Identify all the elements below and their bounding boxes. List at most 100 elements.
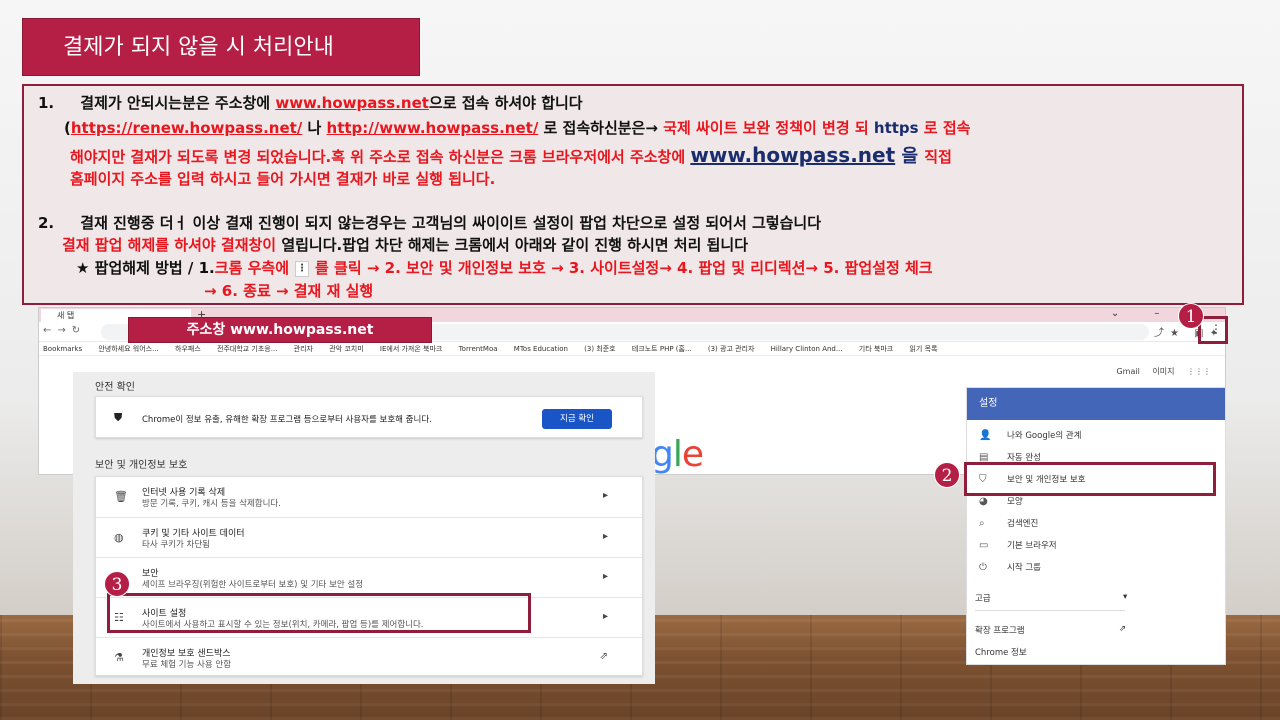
connect-text: 로 접속 — [918, 119, 971, 137]
howpass-link-big[interactable]: www.howpass.net — [690, 143, 895, 167]
howpass-link[interactable]: www.howpass.net — [275, 94, 429, 112]
nav-arrows-icon[interactable]: ←→↻ — [43, 325, 86, 336]
settings-item-label: 시작 그룹 — [1007, 563, 1041, 573]
renew-link[interactable]: https://renew.howpass.net/ — [71, 119, 302, 137]
browser-icon: ▭ — [979, 540, 989, 551]
settings-advanced[interactable]: 고급 ▾ — [975, 592, 1127, 604]
notice-box: 1. 결제가 안되시는분은 주소창에 www.howpass.net으로 접속 … — [22, 84, 1244, 305]
item1-text: 결제가 안되시는분은 주소창에 — [80, 94, 276, 112]
settings-item-default-browser[interactable]: ▭ 기본 브라우저 — [967, 536, 1225, 556]
privacy-settings-panel: 안전 확인 ⛊ Chrome이 정보 유출, 유해한 확장 프로그램 등으로부터… — [73, 372, 655, 684]
or-text: 나 — [302, 119, 327, 137]
step-badge-1: 1 — [1178, 303, 1204, 329]
chevron-right-icon: ▸ — [602, 571, 608, 582]
extensions-label: 확장 프로그램 — [975, 626, 1025, 636]
settings-header: 설정 — [967, 388, 1225, 420]
shield-icon: ⛊ — [114, 411, 123, 424]
bookmarks-bar: Bookmarks 안녕하세요 워어스... 하우패스 전주대학교 기초응...… — [39, 342, 1225, 356]
settings-item-label: 모양 — [1007, 497, 1023, 507]
row-desc: 방문 기록, 쿠키, 캐시 등을 삭제합니다. — [142, 499, 281, 509]
row-security[interactable]: ⛉ 보안 세이프 브라우징(위험한 사이트로부터 보호) 및 기타 보안 설정 … — [96, 557, 642, 597]
settings-extensions[interactable]: 확장 프로그램 ⇗ — [975, 624, 1126, 636]
bookmark-item[interactable]: 읽기 목록 — [909, 345, 937, 353]
gmail-link[interactable]: Gmail — [1116, 367, 1139, 376]
apps-icon[interactable]: ⋮⋮⋮ — [1187, 367, 1211, 376]
person-icon: 👤 — [979, 430, 992, 441]
safety-check-card: ⛊ Chrome이 정보 유출, 유해한 확장 프로그램 등으로부터 사용자를 … — [95, 396, 643, 438]
step-badge-3: 3 — [104, 571, 130, 597]
notice-line-7: ★ 팝업해제 방법 / 1.크롬 우측에 ⋮ 를 클릭 → 2. 보안 및 개인정보… — [76, 257, 933, 278]
bookmark-item[interactable]: (3) 광고 관리자 — [708, 345, 755, 353]
item2-red-text: 결재 팝업 해제를 하셔야 결재창이 — [62, 236, 282, 254]
settings-item-label: 나와 Google의 관계 — [1007, 431, 1082, 441]
bookmark-item[interactable]: MTos Education — [514, 345, 568, 353]
external-link-icon: ⇗ — [599, 651, 608, 662]
bookmark-item[interactable]: 기타 북마크 — [859, 345, 893, 353]
bookmark-item[interactable]: 테크노트 PHP (홈... — [632, 345, 692, 353]
check-now-button[interactable]: 지금 확인 — [542, 409, 612, 429]
safety-check-heading: 안전 확인 — [95, 382, 135, 393]
row-cookies[interactable]: ◍ 쿠키 및 기타 사이트 데이터 타사 쿠키가 차단됨 ▸ — [96, 517, 642, 557]
item1-number: 1. — [38, 94, 55, 112]
privacy-rows-card: 🗑 인터넷 사용 기록 삭제 방문 기록, 쿠키, 캐시 등을 삭제합니다. ▸… — [95, 476, 643, 676]
settings-about[interactable]: Chrome 정보 — [975, 646, 1027, 658]
settings-item-search[interactable]: ⌕ 검색엔진 — [967, 514, 1225, 534]
settings-item-google[interactable]: 👤 나와 Google의 관계 — [967, 426, 1225, 446]
notice-line-1: 1. 결제가 안되시는분은 주소창에 www.howpass.net으로 접속 … — [38, 92, 583, 113]
https-text: https — [873, 119, 919, 137]
address-bar-label: 주소창 www.howpass.net — [128, 317, 432, 343]
chevron-right-icon: ▸ — [602, 490, 608, 501]
bookmark-item[interactable]: 하우패스 — [175, 345, 201, 353]
settings-sidebar: 설정 👤 나와 Google의 관계 ▤ 자동 완성 ⛉ 보안 및 개인정보 보호 ◕… — [966, 387, 1226, 665]
row-clear-history[interactable]: 🗑 인터넷 사용 기록 삭제 방문 기록, 쿠키, 캐시 등을 삭제합니다. ▸ — [96, 477, 642, 517]
bookmark-item[interactable]: 전주대학교 기초응... — [217, 345, 277, 353]
row-desc: 무료 체험 기능 사용 안함 — [142, 660, 232, 670]
bookmark-item[interactable]: TorrentMoa — [459, 345, 498, 353]
images-link[interactable]: 이미지 — [1152, 367, 1174, 376]
chevron-down-icon: ▾ — [1123, 592, 1128, 602]
privacy-heading: 보안 및 개인정보 보호 — [95, 460, 188, 471]
eul-text: 을 — [895, 146, 925, 167]
notice-line-4: 홈페이지 주소를 입력 하시고 들어 가시면 결재가 바로 실행 됩니다. — [70, 170, 496, 188]
row-sandbox[interactable]: ⚗ 개인정보 보호 샌드박스 무료 체험 기능 사용 안함 ⇗ — [96, 637, 642, 677]
safety-check-text: Chrome이 정보 유출, 유해한 확장 프로그램 등으로부터 사용자를 보호… — [142, 415, 432, 425]
notice-line-5: 2. 결재 진행중 더ㅓ 이상 결재 진행이 되지 않는경우는 고객님의 싸이이… — [38, 212, 821, 233]
method-label: ★ 팝업해제 방법 / 1. — [76, 259, 215, 277]
item1-text-b: 으로 접속 하셔야 합니다 — [428, 94, 583, 112]
item2-text: 결재 진행중 더ㅓ 이상 결재 진행이 되지 않는경우는 고객님의 싸이이트 설… — [80, 214, 822, 232]
notice-line-8: → 6. 종료 → 결재 재 실행 — [204, 282, 374, 300]
advanced-label: 고급 — [975, 594, 991, 604]
bookmark-item[interactable]: 안녕하세요 워어스... — [98, 345, 158, 353]
page-title: 결제가 되지 않을 시 처리안내 — [22, 18, 420, 76]
bookmark-item[interactable]: (3) 최준호 — [584, 345, 615, 353]
item2-black-text: 열립니다.팝업 차단 해제는 크롬에서 아래와 같이 진행 하시면 처리 됩니다 — [281, 236, 749, 254]
google-logo: gle — [651, 434, 704, 475]
site-settings-highlight — [107, 593, 531, 633]
item1-line3: 해야지만 결재가 되도록 변경 되었습니다.혹 위 주소로 접속 하신분은 크롬… — [70, 148, 691, 166]
steps-text: 를 클릭 → 2. 보안 및 개인정보 보호 → 3. 사이트설정→ 4. 팝업… — [315, 259, 933, 277]
bookmark-item[interactable]: 관악 코치미 — [329, 345, 363, 353]
settings-item-label: 기본 브라우저 — [1007, 541, 1057, 551]
external-link-icon: ⇗ — [1119, 624, 1127, 634]
settings-item-startup[interactable]: ⏻ 시작 그룹 — [967, 558, 1225, 578]
tab-title: 새 탭 — [57, 311, 75, 320]
item1-text-c: 로 접속하신분은→ — [538, 119, 664, 137]
kebab-menu-icon: ⋮ — [295, 260, 309, 277]
step-badge-2: 2 — [934, 462, 960, 488]
flask-icon: ⚗ — [114, 651, 124, 664]
chevron-right-icon: ▸ — [602, 611, 608, 622]
bookmark-item[interactable]: Hillary Clinton And... — [771, 345, 843, 353]
notice-line-2: (https://renew.howpass.net/ 나 http://www… — [64, 117, 970, 138]
bookmark-item[interactable]: 관리자 — [294, 345, 313, 353]
cookie-icon: ◍ — [114, 531, 124, 544]
http-link[interactable]: http://www.howpass.net/ — [327, 119, 539, 137]
policy-text: 국제 싸이트 보완 정책이 변경 되 — [663, 119, 874, 137]
bookmark-item[interactable]: IE에서 가져온 북마크 — [380, 345, 442, 353]
bookmark-item[interactable]: Bookmarks — [43, 345, 82, 353]
google-bar: Gmail 이미지 ⋮⋮⋮ — [1106, 366, 1211, 377]
search-icon: ⌕ — [979, 518, 985, 529]
power-icon: ⏻ — [979, 562, 987, 573]
privacy-highlight — [964, 462, 1216, 496]
direct-text: 직접 — [924, 148, 952, 166]
chrome-menu-icon[interactable]: ⋮ — [1210, 322, 1222, 336]
